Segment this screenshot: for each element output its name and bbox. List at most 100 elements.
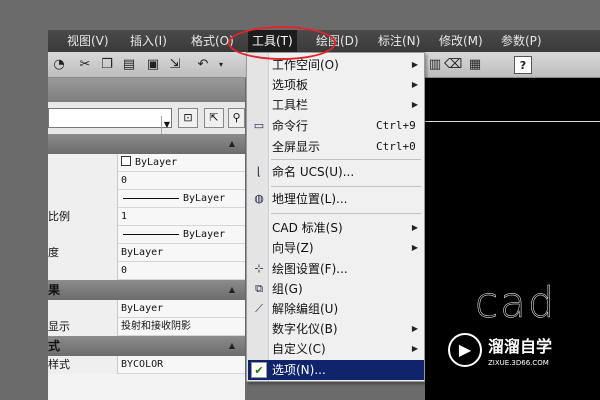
object-selector-row: ▼ ⊡ ⇱ ⚲ [48, 102, 245, 134]
menu-item-wizards[interactable]: 向导(Z) ▶ [248, 238, 424, 258]
object-type-select[interactable]: ▼ [48, 108, 172, 134]
menu-dimension[interactable]: 标注(N) [378, 30, 420, 52]
property-value: BYCOLOR [121, 359, 164, 370]
block-editor-icon[interactable]: ⇲ [166, 56, 184, 74]
watermark-logo-icon: ▶ [448, 333, 482, 367]
menu-item-label: 选项板 [272, 78, 309, 92]
submenu-arrow-icon: ▶ [411, 243, 418, 252]
menu-item-command-line[interactable]: ▭ 命令行 Ctrl+9 [248, 116, 424, 136]
property-row[interactable]: ByLayer [48, 154, 245, 172]
toggle-pickadd-icon[interactable]: ⊡ [178, 108, 198, 128]
quick-select-icon[interactable]: ⚲ [228, 108, 245, 128]
menu-parametric[interactable]: 参数(P) [501, 30, 542, 52]
menu-view[interactable]: 视图(V) [67, 30, 109, 52]
property-row[interactable]: 显示 投射和接收阴影 [48, 318, 245, 336]
help-icon[interactable]: ? [514, 56, 532, 74]
checkmark-icon: ✔ [251, 362, 267, 378]
collapse-icon[interactable]: ▲ [229, 336, 235, 356]
menu-item-drafting-settings[interactable]: ⊹ 绘图设置(F)... [248, 259, 424, 279]
undo-icon[interactable]: ↶ [194, 56, 212, 74]
property-value: ByLayer [121, 247, 164, 258]
property-name [48, 154, 118, 172]
eraser-icon[interactable]: ⌫ [444, 56, 462, 74]
menu-item-tablet[interactable]: 数字化仪(B) ▶ [248, 319, 424, 339]
canvas-text: cad [475, 278, 557, 328]
menu-item-options[interactable]: ✔ 选项(N)... [248, 360, 424, 380]
drafting-settings-icon: ⊹ [254, 262, 264, 275]
menu-modify[interactable]: 修改(M) [439, 30, 483, 52]
menu-item-toolbars[interactable]: 工具栏 ▶ [248, 95, 424, 115]
drawing-tool-icon[interactable]: ▥ [426, 56, 444, 74]
submenu-arrow-icon: ▶ [411, 324, 418, 333]
menu-item-fullscreen[interactable]: 全屏显示 Ctrl+0 [248, 137, 424, 157]
undo-dropdown-icon[interactable]: ▾ [212, 56, 230, 74]
menu-item-geolocation[interactable]: ◍ 地理位置(L)... [248, 189, 424, 209]
annotation-ellipse [228, 26, 336, 60]
menu-separator [271, 213, 421, 214]
paste-icon[interactable]: ▤ [120, 56, 138, 74]
submenu-arrow-icon: ▶ [411, 223, 418, 232]
menu-item-group[interactable]: ⧉ 组(G) [248, 279, 424, 299]
property-row[interactable]: 0 [48, 172, 245, 190]
cut-icon[interactable]: ✂ [76, 56, 94, 74]
property-value: 0 [121, 265, 128, 276]
menu-item-palettes[interactable]: 选项板 ▶ [248, 75, 424, 95]
property-value: 0 [121, 175, 128, 186]
menu-item-label: 绘图设置(F)... [272, 262, 348, 276]
property-row[interactable]: ByLayer [48, 190, 245, 208]
select-objects-icon[interactable]: ⇱ [204, 108, 224, 128]
group-icon: ⧉ [255, 282, 263, 295]
menu-item-label: 全屏显示 [272, 140, 321, 154]
property-name: 样式 [48, 356, 118, 374]
menu-item-label: 向导(Z) [272, 241, 314, 255]
chevron-down-icon[interactable]: ▼ [161, 116, 172, 134]
collapse-icon[interactable]: ▲ [229, 134, 235, 154]
menu-separator [271, 186, 421, 187]
menu-item-label: 自定义(C) [272, 342, 326, 356]
property-row[interactable]: 0 [48, 262, 245, 280]
menu-item-customize[interactable]: 自定义(C) ▶ [248, 339, 424, 359]
palette-icon[interactable]: ◔ [50, 56, 68, 74]
menu-item-label: 组(G) [272, 282, 303, 296]
property-name [48, 190, 118, 208]
menu-item-label: 工具栏 [272, 98, 309, 112]
property-row[interactable]: 样式 BYCOLOR [48, 356, 245, 374]
match-properties-icon[interactable]: ▣ [144, 56, 162, 74]
copy-icon[interactable]: ❐ [98, 56, 116, 74]
watermark-url: ZIXUE.3D66.COM [488, 359, 549, 367]
property-row[interactable]: ByLayer [48, 226, 245, 244]
property-value: ByLayer [121, 303, 164, 314]
collapse-icon[interactable]: ▲ [229, 280, 235, 300]
property-row[interactable]: 比例 1 [48, 208, 245, 226]
property-row[interactable]: ByLayer [48, 300, 245, 318]
property-name: 度 [48, 244, 118, 262]
linetype-sample [123, 197, 179, 199]
menu-separator [271, 159, 421, 160]
menu-insert[interactable]: 插入(I) [130, 30, 167, 52]
group-general[interactable]: ▲ [48, 134, 245, 154]
group-plot-style[interactable]: 式 ▲ [48, 336, 245, 356]
menu-item-label: 数字化仪(B) [272, 322, 338, 336]
group-3d-effects[interactable]: 果 ▲ [48, 280, 245, 300]
globe-icon: ◍ [254, 192, 264, 205]
group-label: 式 [48, 339, 61, 353]
property-row[interactable]: 度 ByLayer [48, 244, 245, 262]
property-value: ByLayer [183, 193, 226, 204]
menu-item-ungroup[interactable]: ⟋ 解除编组(U) [248, 299, 424, 319]
menu-item-cad-standards[interactable]: CAD 标准(S) ▶ [248, 218, 424, 238]
property-name: 显示 [48, 318, 118, 336]
property-value: 1 [121, 211, 128, 222]
calculator-icon[interactable]: ▦ [466, 56, 484, 74]
ungroup-icon: ⟋ [255, 302, 263, 315]
drawing-line [425, 121, 600, 122]
menu-item-label: 命令行 [272, 119, 309, 133]
menu-item-label: 命名 UCS(U)... [272, 165, 355, 179]
group-label: 果 [48, 283, 61, 297]
checkbox-icon [121, 156, 131, 166]
command-line-icon: ▭ [253, 119, 265, 132]
property-name [48, 300, 118, 318]
menu-item-named-ucs[interactable]: ⌊ 命名 UCS(U)... [248, 162, 424, 182]
submenu-arrow-icon: ▶ [411, 80, 418, 89]
submenu-arrow-icon: ▶ [411, 344, 418, 353]
watermark: ▶ 溜溜自学 ZIXUE.3D66.COM [442, 325, 568, 383]
